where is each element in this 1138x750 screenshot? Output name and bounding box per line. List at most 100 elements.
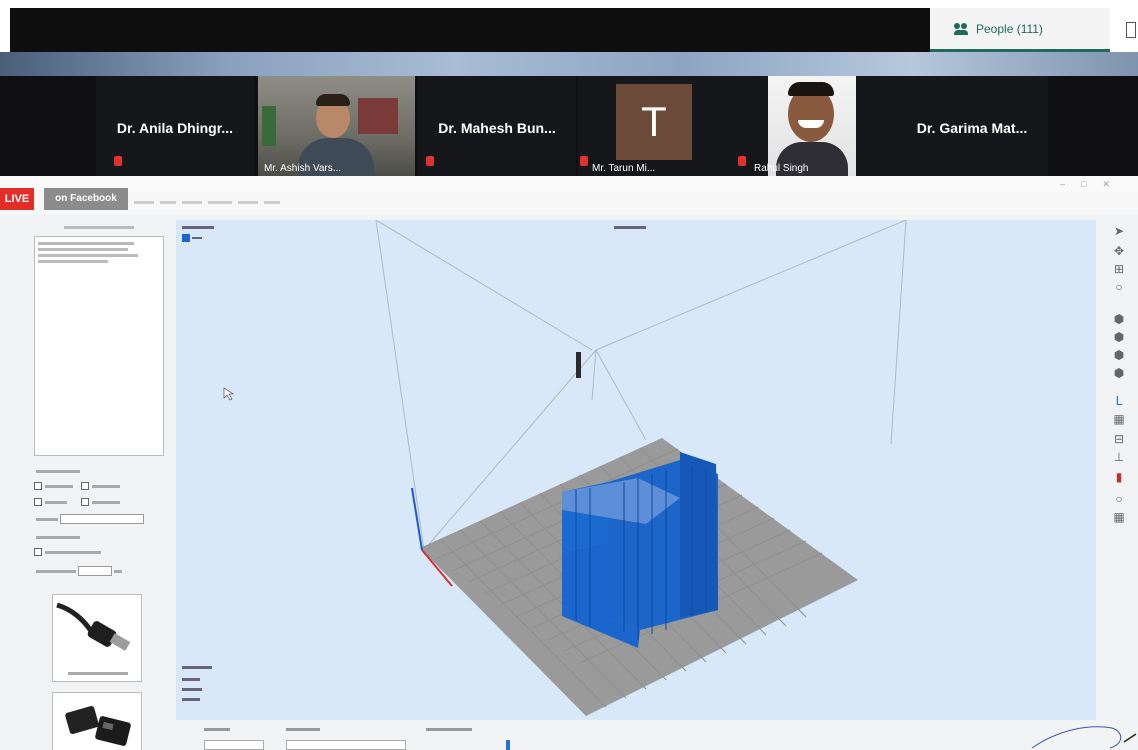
stream-platform-badge: on Facebook xyxy=(44,188,128,210)
checkbox-label xyxy=(45,550,101,554)
toolhead-position-title xyxy=(182,666,212,669)
checkbox-row xyxy=(34,482,120,490)
section-heading xyxy=(36,536,80,539)
section-heading xyxy=(36,470,80,473)
stat-line xyxy=(38,242,134,245)
view-iso-icon[interactable]: ⬢ xyxy=(1112,312,1126,326)
toolhead-position-z xyxy=(182,698,200,701)
rotate-icon[interactable]: ○ xyxy=(1112,280,1126,294)
mouse-cursor xyxy=(223,387,234,401)
checkbox[interactable] xyxy=(34,548,42,556)
participant-tile[interactable]: Dr. Anila Dhingr... xyxy=(96,76,254,176)
participant-name: Rahul Singh xyxy=(754,163,809,174)
menu-item[interactable] xyxy=(264,201,280,204)
menu-item[interactable] xyxy=(160,201,176,204)
stat-line xyxy=(38,248,128,251)
build-statistics-box xyxy=(34,236,164,456)
checkbox-row xyxy=(34,498,120,506)
view-tool-strip: ➤ ✥ ⊞ ○ ⬢ ⬢ ⬢ ⬢ ᒪ ▦ ⊟ ⊥ ▮ ○ ▦ xyxy=(1104,220,1138,750)
participant-video-tile[interactable]: Mr. Ashish Vars... xyxy=(258,76,415,176)
live-badge: LIVE xyxy=(0,188,34,210)
save-to-sd-button[interactable] xyxy=(52,692,142,750)
participant-hair xyxy=(788,82,834,96)
settings-icon[interactable]: ▦ xyxy=(1112,510,1126,524)
menu-item[interactable] xyxy=(134,201,154,204)
color-icon[interactable]: ▮ xyxy=(1112,470,1126,484)
background-plant xyxy=(262,106,276,146)
meeting-header-dark xyxy=(10,8,930,52)
menu-bar xyxy=(0,192,1138,214)
layer-range-label xyxy=(426,728,472,731)
checkbox[interactable] xyxy=(34,482,42,490)
checkbox-row xyxy=(34,548,101,556)
muted-mic-icon xyxy=(580,156,588,166)
layer-range-slider[interactable] xyxy=(506,740,510,750)
reset-view-icon[interactable]: ○ xyxy=(1112,492,1126,506)
participant-strip: Dr. Anila Dhingr... Mr. Ashish Vars... D… xyxy=(0,76,1138,176)
input-label xyxy=(36,569,76,573)
checkbox-label xyxy=(45,484,73,488)
checkbox[interactable] xyxy=(34,498,42,506)
checkbox[interactable] xyxy=(80,482,89,490)
participant-hair xyxy=(316,94,350,106)
usb-cable-icon xyxy=(56,602,131,651)
toolhead-position-x xyxy=(182,678,200,681)
annotation-scribble xyxy=(1031,726,1137,749)
avatar: T xyxy=(616,84,692,160)
menu-item[interactable] xyxy=(208,201,232,204)
participant-video xyxy=(768,76,856,176)
control-options-label xyxy=(286,728,320,731)
participant-name: Mr. Ashish Vars... xyxy=(264,163,342,174)
view-top-icon[interactable]: ⬢ xyxy=(1112,348,1126,362)
stat-line xyxy=(38,254,138,257)
sd-card-icon xyxy=(65,706,131,746)
side-panel-icon[interactable] xyxy=(1126,22,1136,38)
print-via-usb-button[interactable] xyxy=(52,594,142,682)
participant-tile[interactable]: Rahul Singh xyxy=(736,76,896,176)
bottom-controls xyxy=(176,720,1096,750)
move-icon[interactable]: ✥ xyxy=(1112,244,1126,258)
window-title-bar: –□✕ xyxy=(0,176,1138,192)
view-front-icon[interactable]: ⬢ xyxy=(1112,330,1126,344)
muted-mic-icon xyxy=(738,156,746,166)
participant-tile[interactable]: T Mr. Tarun Mi... xyxy=(578,76,736,176)
muted-mic-icon xyxy=(114,156,122,166)
checkbox[interactable] xyxy=(80,498,89,506)
view-side-icon[interactable]: ⬢ xyxy=(1112,366,1126,380)
checkbox-label xyxy=(91,500,120,504)
scale-icon[interactable]: ⊞ xyxy=(1112,262,1126,276)
animation-play-button[interactable] xyxy=(204,740,264,750)
checkbox-label xyxy=(91,484,120,488)
3d-preview-viewport[interactable] xyxy=(176,220,1096,720)
blurred-background-strip xyxy=(0,52,1138,76)
participant-name: Dr. Anila Dhingr... xyxy=(116,120,234,136)
menu-item[interactable] xyxy=(182,201,202,204)
meeting-top-bar: People (111) xyxy=(0,0,1138,52)
stat-line xyxy=(38,260,108,263)
left-settings-panel xyxy=(24,220,174,750)
select-arrow-icon[interactable]: ➤ xyxy=(1112,224,1126,238)
drop-to-bed-icon[interactable]: ⊥ xyxy=(1112,450,1126,464)
grid-toggle-icon[interactable]: ⊟ xyxy=(1112,432,1126,446)
3d-scene xyxy=(223,220,907,716)
z-axis xyxy=(411,487,423,551)
participant-name: Dr. Mahesh Bun... xyxy=(438,120,556,136)
participant-tile[interactable]: Dr. Mahesh Bun... xyxy=(418,76,576,176)
update-interval-input[interactable] xyxy=(77,566,112,576)
layer-view-icon[interactable]: ▦ xyxy=(1112,412,1126,426)
participant-name: Dr. Garima Mat... xyxy=(916,120,1028,136)
button-caption xyxy=(68,672,128,675)
screen-root: People (111) Dr. Anila Dhingr... Mr. Ash… xyxy=(0,0,1138,750)
unit-label xyxy=(113,569,122,573)
menu-item[interactable] xyxy=(238,201,258,204)
people-tab[interactable]: People (111) xyxy=(930,8,1110,52)
people-icon xyxy=(954,22,970,35)
window-controls[interactable]: –□✕ xyxy=(1060,179,1126,190)
participant-tile[interactable]: Dr. Garima Mat... xyxy=(896,76,1048,176)
axis-toggle-icon[interactable]: ᒪ xyxy=(1112,394,1126,408)
coloring-select[interactable] xyxy=(59,514,144,524)
participant-smile xyxy=(798,120,824,128)
update-interval-row xyxy=(36,566,122,576)
people-tab-label: People (111) xyxy=(976,21,1043,36)
control-options-select[interactable] xyxy=(286,740,406,750)
